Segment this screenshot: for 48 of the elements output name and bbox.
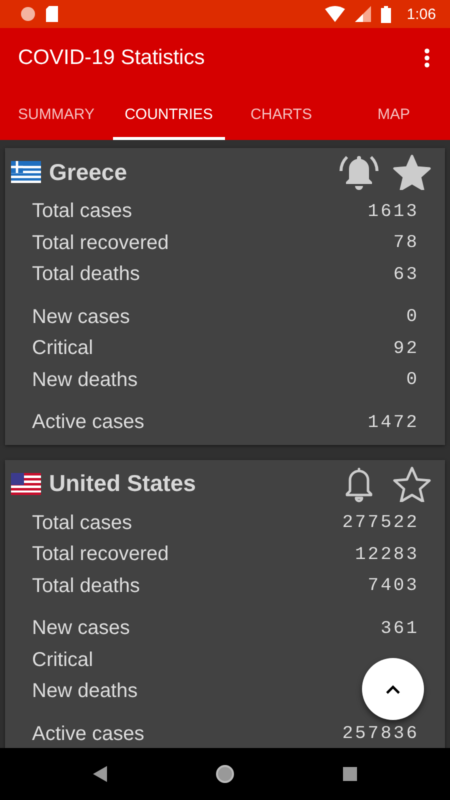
stat-label: Total recovered	[32, 543, 169, 566]
sd-card-icon	[46, 6, 58, 22]
overflow-menu-icon[interactable]	[424, 48, 430, 68]
app-title: COVID-19 Statistics	[18, 46, 205, 70]
stat-value: 277522	[342, 513, 419, 534]
stat-label: Total cases	[32, 200, 132, 224]
status-time: 1:06	[406, 6, 436, 22]
stat-label: Active cases	[32, 722, 144, 746]
country-name: Greece	[49, 158, 128, 186]
stat-value: 78	[393, 233, 419, 254]
notification-dot-icon	[20, 6, 36, 22]
stat-label: Total cases	[32, 512, 132, 535]
stat-label: Critical	[32, 337, 94, 360]
country-name: United States	[49, 470, 196, 497]
stat-value: 7403	[368, 576, 419, 596]
stat-label: Active cases	[32, 411, 144, 434]
star-icon[interactable]	[393, 154, 431, 190]
stat-value: 92	[393, 338, 419, 359]
battery-icon	[380, 6, 391, 22]
stat-value: 63	[393, 264, 419, 285]
star-outline-icon[interactable]	[393, 466, 431, 502]
stat-label: New cases	[32, 617, 130, 640]
tab[interactable]: COUNTRIES	[112, 88, 225, 140]
stat-label: Total deaths	[32, 263, 140, 286]
stat-value: 1613	[368, 202, 419, 222]
stat-value: 12283	[354, 544, 419, 565]
wifi-icon	[324, 6, 345, 22]
stat-label: Critical	[32, 648, 94, 672]
caret-up-icon	[386, 684, 400, 694]
stat-value: 257836	[342, 724, 419, 744]
stat-value: 1472	[368, 412, 419, 433]
home-icon[interactable]	[215, 764, 235, 784]
tab[interactable]: MAP	[338, 88, 450, 140]
stat-label: New deaths	[32, 368, 138, 392]
tab[interactable]: CHARTS	[225, 88, 338, 140]
flag-icon	[11, 161, 41, 183]
stat-value: 0	[406, 370, 419, 390]
stat-label: Total deaths	[32, 574, 140, 598]
signal-icon	[354, 6, 371, 22]
stat-value: 361	[380, 618, 419, 639]
stat-label: New deaths	[32, 680, 138, 704]
stat-label: Total recovered	[32, 232, 169, 255]
stat-label: New cases	[32, 306, 130, 329]
stat-value: 0	[406, 307, 419, 328]
flag-icon	[11, 472, 41, 494]
bell-ringing-icon[interactable]	[339, 153, 379, 191]
tab[interactable]: SUMMARY	[0, 88, 112, 140]
back-icon[interactable]	[93, 766, 107, 782]
